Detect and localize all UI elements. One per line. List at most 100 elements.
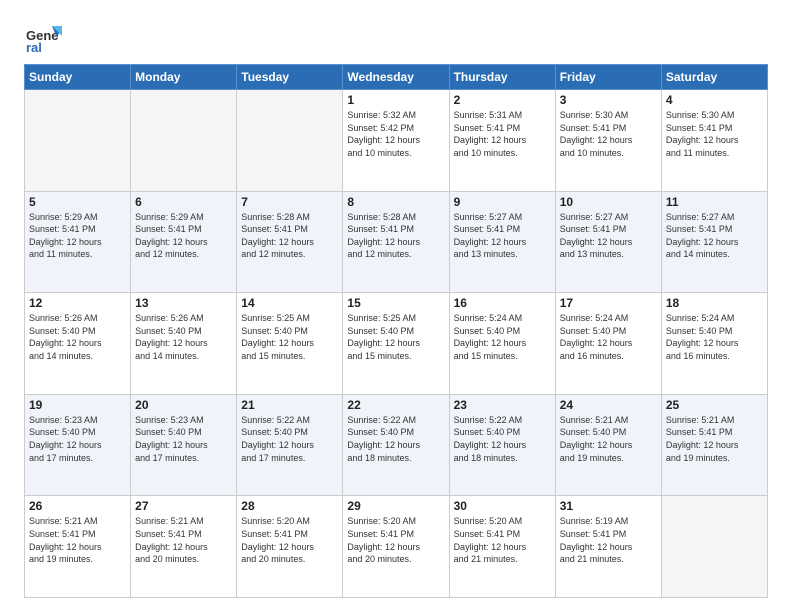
day-number: 27 <box>135 499 232 513</box>
day-info: Sunrise: 5:30 AM Sunset: 5:41 PM Dayligh… <box>666 109 763 159</box>
day-number: 18 <box>666 296 763 310</box>
day-number: 16 <box>454 296 551 310</box>
calendar-cell: 16Sunrise: 5:24 AM Sunset: 5:40 PM Dayli… <box>449 293 555 395</box>
day-number: 20 <box>135 398 232 412</box>
calendar-cell <box>237 90 343 192</box>
calendar-cell: 23 Sunrise: 5:22 AM Sunset: 5:40 PM Dayli… <box>449 394 555 496</box>
day-number: 5 <box>29 195 126 209</box>
calendar-cell: 25 Sunrise: 5:21 AM Sunset: 5:41 PM Dayli… <box>661 394 767 496</box>
calendar-cell: 18 Sunrise: 5:24 AM Sunset: 5:40 PM Dayli… <box>661 293 767 395</box>
calendar-week-row: 26 Sunrise: 5:21 AM Sunset: 5:41 PM Dayli… <box>25 496 768 598</box>
calendar-cell: 21 Sunrise: 5:22 AM Sunset: 5:40 PM Dayli… <box>237 394 343 496</box>
calendar-week-row: 19 Sunrise: 5:23 AM Sunset: 5:40 PM Dayli… <box>25 394 768 496</box>
calendar-cell: 15 Sunrise: 5:25 AM Sunset: 5:40 PM Dayli… <box>343 293 449 395</box>
day-info: Sunrise: 5:32 AM Sunset: 5:42 PM Dayligh… <box>347 109 444 159</box>
day-number: 15 <box>347 296 444 310</box>
calendar-cell: 3 Sunrise: 5:30 AM Sunset: 5:41 PM Daylig… <box>555 90 661 192</box>
calendar-cell: 30 Sunrise: 5:20 AM Sunset: 5:41 PM Dayli… <box>449 496 555 598</box>
calendar-cell: 13Sunrise: 5:26 AM Sunset: 5:40 PM Dayli… <box>131 293 237 395</box>
day-number: 11 <box>666 195 763 209</box>
weekday-header-wednesday: Wednesday <box>343 65 449 90</box>
calendar-cell <box>131 90 237 192</box>
logo-icon: Gene ral <box>24 18 62 56</box>
day-info: Sunrise: 5:21 AM Sunset: 5:41 PM Dayligh… <box>135 515 232 565</box>
calendar-cell: 6Sunrise: 5:29 AM Sunset: 5:41 PM Daylig… <box>131 191 237 293</box>
calendar-cell: 10Sunrise: 5:27 AM Sunset: 5:41 PM Dayli… <box>555 191 661 293</box>
day-info: Sunrise: 5:31 AM Sunset: 5:41 PM Dayligh… <box>454 109 551 159</box>
day-info: Sunrise: 5:27 AM Sunset: 5:41 PM Dayligh… <box>666 211 763 261</box>
page: Gene ral SundayMondayTuesdayWednesdayThu… <box>0 0 792 612</box>
calendar-cell: 12 Sunrise: 5:26 AM Sunset: 5:40 PM Dayli… <box>25 293 131 395</box>
calendar-cell: 9 Sunrise: 5:27 AM Sunset: 5:41 PM Daylig… <box>449 191 555 293</box>
day-info: Sunrise: 5:26 AM Sunset: 5:40 PM Dayligh… <box>29 312 126 362</box>
day-number: 14 <box>241 296 338 310</box>
day-number: 29 <box>347 499 444 513</box>
calendar-cell: 20 Sunrise: 5:23 AM Sunset: 5:40 PM Dayli… <box>131 394 237 496</box>
calendar-cell: 1 Sunrise: 5:32 AM Sunset: 5:42 PM Daylig… <box>343 90 449 192</box>
day-number: 6 <box>135 195 232 209</box>
day-info: Sunrise: 5:21 AM Sunset: 5:40 PM Dayligh… <box>560 414 657 464</box>
day-info: Sunrise: 5:24 AM Sunset: 5:40 PM Dayligh… <box>666 312 763 362</box>
day-number: 25 <box>666 398 763 412</box>
weekday-header-friday: Friday <box>555 65 661 90</box>
calendar-week-row: 12 Sunrise: 5:26 AM Sunset: 5:40 PM Dayli… <box>25 293 768 395</box>
day-info: Sunrise: 5:23 AM Sunset: 5:40 PM Dayligh… <box>29 414 126 464</box>
day-info: Sunrise: 5:21 AM Sunset: 5:41 PM Dayligh… <box>666 414 763 464</box>
day-number: 28 <box>241 499 338 513</box>
calendar-cell: 17Sunrise: 5:24 AM Sunset: 5:40 PM Dayli… <box>555 293 661 395</box>
day-info: Sunrise: 5:28 AM Sunset: 5:41 PM Dayligh… <box>347 211 444 261</box>
day-number: 12 <box>29 296 126 310</box>
day-number: 8 <box>347 195 444 209</box>
day-number: 1 <box>347 93 444 107</box>
weekday-header-monday: Monday <box>131 65 237 90</box>
calendar-cell: 26 Sunrise: 5:21 AM Sunset: 5:41 PM Dayli… <box>25 496 131 598</box>
day-number: 13 <box>135 296 232 310</box>
calendar-cell: 4Sunrise: 5:30 AM Sunset: 5:41 PM Daylig… <box>661 90 767 192</box>
day-info: Sunrise: 5:27 AM Sunset: 5:41 PM Dayligh… <box>454 211 551 261</box>
calendar-cell: 11 Sunrise: 5:27 AM Sunset: 5:41 PM Dayli… <box>661 191 767 293</box>
day-info: Sunrise: 5:22 AM Sunset: 5:40 PM Dayligh… <box>347 414 444 464</box>
day-info: Sunrise: 5:23 AM Sunset: 5:40 PM Dayligh… <box>135 414 232 464</box>
day-number: 3 <box>560 93 657 107</box>
calendar-cell: 14 Sunrise: 5:25 AM Sunset: 5:40 PM Dayli… <box>237 293 343 395</box>
day-number: 23 <box>454 398 551 412</box>
day-info: Sunrise: 5:25 AM Sunset: 5:40 PM Dayligh… <box>347 312 444 362</box>
day-info: Sunrise: 5:20 AM Sunset: 5:41 PM Dayligh… <box>454 515 551 565</box>
day-info: Sunrise: 5:21 AM Sunset: 5:41 PM Dayligh… <box>29 515 126 565</box>
calendar: SundayMondayTuesdayWednesdayThursdayFrid… <box>24 64 768 598</box>
calendar-cell: 8 Sunrise: 5:28 AM Sunset: 5:41 PM Daylig… <box>343 191 449 293</box>
day-number: 26 <box>29 499 126 513</box>
day-number: 22 <box>347 398 444 412</box>
calendar-cell: 24Sunrise: 5:21 AM Sunset: 5:40 PM Dayli… <box>555 394 661 496</box>
calendar-cell <box>661 496 767 598</box>
day-info: Sunrise: 5:29 AM Sunset: 5:41 PM Dayligh… <box>29 211 126 261</box>
logo: Gene ral <box>24 18 68 56</box>
weekday-header-thursday: Thursday <box>449 65 555 90</box>
calendar-cell: 22 Sunrise: 5:22 AM Sunset: 5:40 PM Dayli… <box>343 394 449 496</box>
day-number: 7 <box>241 195 338 209</box>
day-number: 9 <box>454 195 551 209</box>
calendar-cell: 5 Sunrise: 5:29 AM Sunset: 5:41 PM Daylig… <box>25 191 131 293</box>
calendar-cell: 27 Sunrise: 5:21 AM Sunset: 5:41 PM Dayli… <box>131 496 237 598</box>
day-info: Sunrise: 5:30 AM Sunset: 5:41 PM Dayligh… <box>560 109 657 159</box>
day-info: Sunrise: 5:22 AM Sunset: 5:40 PM Dayligh… <box>241 414 338 464</box>
calendar-cell: 19 Sunrise: 5:23 AM Sunset: 5:40 PM Dayli… <box>25 394 131 496</box>
weekday-header-tuesday: Tuesday <box>237 65 343 90</box>
day-number: 31 <box>560 499 657 513</box>
calendar-cell: 31 Sunrise: 5:19 AM Sunset: 5:41 PM Dayli… <box>555 496 661 598</box>
day-info: Sunrise: 5:20 AM Sunset: 5:41 PM Dayligh… <box>241 515 338 565</box>
calendar-cell: 2 Sunrise: 5:31 AM Sunset: 5:41 PM Daylig… <box>449 90 555 192</box>
day-number: 19 <box>29 398 126 412</box>
calendar-cell: 29Sunrise: 5:20 AM Sunset: 5:41 PM Dayli… <box>343 496 449 598</box>
day-info: Sunrise: 5:19 AM Sunset: 5:41 PM Dayligh… <box>560 515 657 565</box>
weekday-header-row: SundayMondayTuesdayWednesdayThursdayFrid… <box>25 65 768 90</box>
calendar-cell: 7 Sunrise: 5:28 AM Sunset: 5:41 PM Daylig… <box>237 191 343 293</box>
day-info: Sunrise: 5:25 AM Sunset: 5:40 PM Dayligh… <box>241 312 338 362</box>
day-number: 2 <box>454 93 551 107</box>
day-number: 30 <box>454 499 551 513</box>
day-info: Sunrise: 5:24 AM Sunset: 5:40 PM Dayligh… <box>560 312 657 362</box>
header: Gene ral <box>24 18 768 56</box>
day-info: Sunrise: 5:28 AM Sunset: 5:41 PM Dayligh… <box>241 211 338 261</box>
day-number: 21 <box>241 398 338 412</box>
day-info: Sunrise: 5:22 AM Sunset: 5:40 PM Dayligh… <box>454 414 551 464</box>
